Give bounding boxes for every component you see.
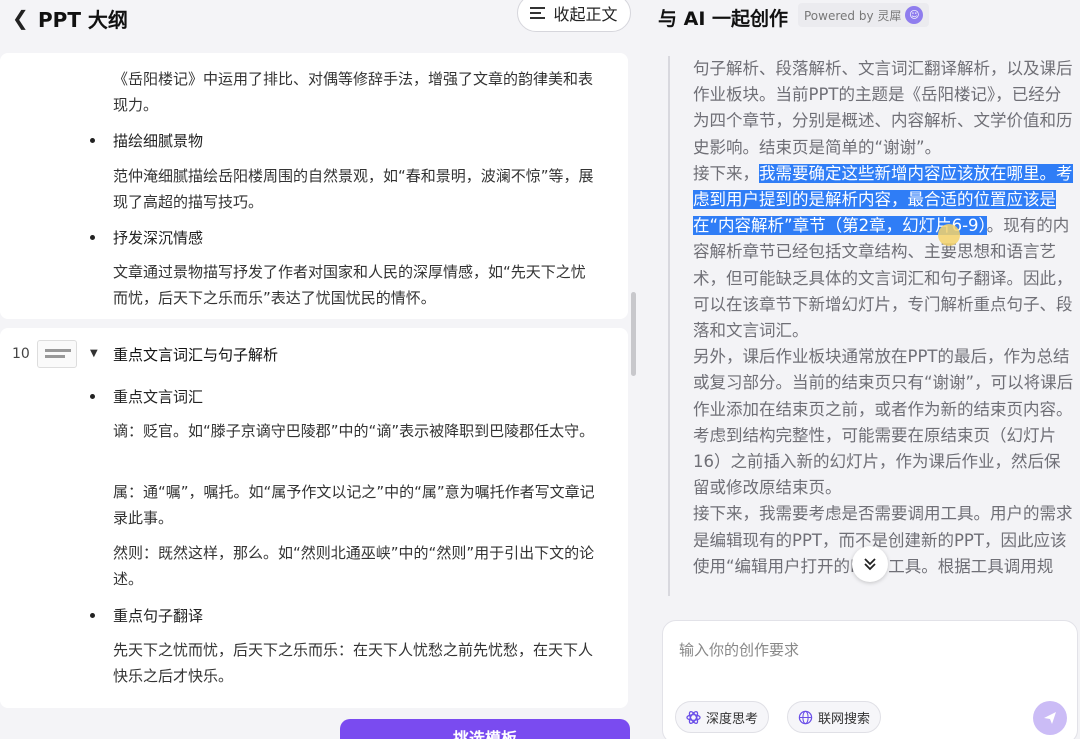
collapse-body-label: 收起正文	[553, 5, 618, 24]
powered-by-badge: Powered by 灵犀 ☺	[798, 3, 930, 27]
page-title: PPT 大纲	[38, 8, 128, 32]
prompt-input-box: 深度思考 联网搜索	[662, 620, 1078, 739]
bullet-label: 抒发深沉情感	[113, 229, 204, 247]
bullet-paragraph: 范仲淹细腻描绘岳阳楼周围的自然景观，如“春和景明，波澜不惊”等，展现了高超的描写…	[113, 167, 594, 211]
thinking-text: 句子解析、段落解析、文言词汇翻译解析，以及课后作业板块。当前PPT的主题是《岳阳…	[693, 56, 1076, 580]
outline-card-slide-10: 10 ▼ 重点文言词汇与句子解析 重点文言词汇 谪：贬官。如“滕子京谪守巴陵郡”…	[0, 328, 628, 708]
deep-think-toggle[interactable]: 深度思考	[675, 701, 770, 733]
outline-header: ❮ PPT 大纲 收起正文	[0, 0, 640, 44]
send-button[interactable]	[1033, 701, 1067, 735]
bullet-dot-icon	[90, 613, 95, 618]
bullet-item: 描绘细腻景物	[90, 130, 203, 151]
bullet-item: 抒发深沉情感	[90, 227, 203, 248]
back-arrow-icon[interactable]: ❮	[12, 6, 29, 30]
list-icon	[530, 6, 546, 20]
quote-divider	[668, 56, 670, 596]
vocab-paragraph: 属：通“嘱”，嘱托。如“属予作文以记之”中的“属”意为嘱托作者写文章记录此事。	[113, 483, 595, 527]
choose-template-button[interactable]: 挑选模板	[340, 719, 630, 739]
double-chevron-down-icon	[864, 558, 876, 571]
vocab-paragraph: 然则：既然这样，那么。如“然则北通巫峡”中的“然则”用于引出下文的论述。	[113, 544, 595, 588]
atom-icon	[686, 710, 701, 724]
vocab-paragraph: 谪：贬官。如“滕子京谪守巴陵郡”中的“谪”表示被降职到巴陵郡任太守。	[113, 422, 595, 440]
translation-paragraph: 先天下之忧而忧，后天下之乐而乐：在天下人忧愁之前先忧愁，在天下人快乐之后才快乐。	[113, 641, 594, 685]
outline-scrollbar[interactable]	[631, 292, 636, 376]
bullet-paragraph: 文章通过景物描写抒发了作者对国家和人民的深厚情感，如“先天下之忧而忧，后天下之乐…	[113, 263, 586, 307]
deep-think-label: 深度思考	[706, 711, 759, 727]
bullet-label: 描绘细腻景物	[113, 132, 204, 150]
caret-down-icon[interactable]: ▼	[90, 348, 98, 359]
outline-card: 《岳阳楼记》中运用了排比、对偶等修辞手法，增强了文章的韵律美和表现力。 描绘细腻…	[0, 53, 628, 319]
globe-icon	[798, 710, 813, 724]
slide-number: 10	[12, 346, 30, 362]
send-icon	[1044, 712, 1056, 724]
collapse-body-button[interactable]: 收起正文	[517, 0, 631, 32]
web-search-label: 联网搜索	[818, 711, 871, 727]
thinking-lead: 接下来，	[693, 163, 759, 183]
bullet-label: 重点文言词汇	[113, 388, 204, 406]
bullet-dot-icon	[90, 138, 95, 143]
web-search-toggle[interactable]: 联网搜索	[787, 701, 882, 733]
ai-panel-title: 与 AI 一起创作	[658, 8, 789, 30]
thinking-log: 句子解析、段落解析、文言词汇翻译解析，以及课后作业板块。当前PPT的主题是《岳阳…	[668, 52, 1080, 598]
powered-by-label: Powered by 灵犀	[804, 8, 902, 23]
bullet-label: 重点句子翻译	[113, 607, 204, 625]
bullet-item: 重点句子翻译	[90, 605, 203, 626]
bullet-item: 重点文言词汇	[90, 386, 203, 407]
section-title: 重点文言词汇与句子解析	[113, 346, 279, 364]
thinking-paragraph: 另外，课后作业板块通常放在PPT的最后，作为总结或复习部分。当前的结束页只有“谢…	[693, 347, 1074, 498]
slide-thumbnail[interactable]	[37, 340, 77, 368]
bullet-dot-icon	[90, 235, 95, 240]
thinking-paragraph: 接下来，我需要确定这些新增内容应该放在哪里。考虑到用户提到的是解析内容，最合适的…	[693, 161, 1076, 344]
scroll-down-button[interactable]	[852, 546, 888, 582]
outline-panel: ❮ PPT 大纲 收起正文 《岳阳楼记》中运用了排比、对偶等修辞手法，增强了文章…	[0, 0, 640, 739]
bullet-dot-icon	[90, 394, 95, 399]
prompt-input[interactable]	[679, 639, 1059, 689]
lingxi-logo-icon: ☺	[905, 6, 924, 24]
card-paragraph: 《岳阳楼记》中运用了排比、对偶等修辞手法，增强了文章的韵律美和表现力。	[113, 70, 594, 114]
mouse-cursor-icon	[938, 224, 960, 246]
thinking-paragraph: 句子解析、段落解析、文言词汇翻译解析，以及课后作业板块。当前PPT的主题是《岳阳…	[693, 59, 1073, 157]
